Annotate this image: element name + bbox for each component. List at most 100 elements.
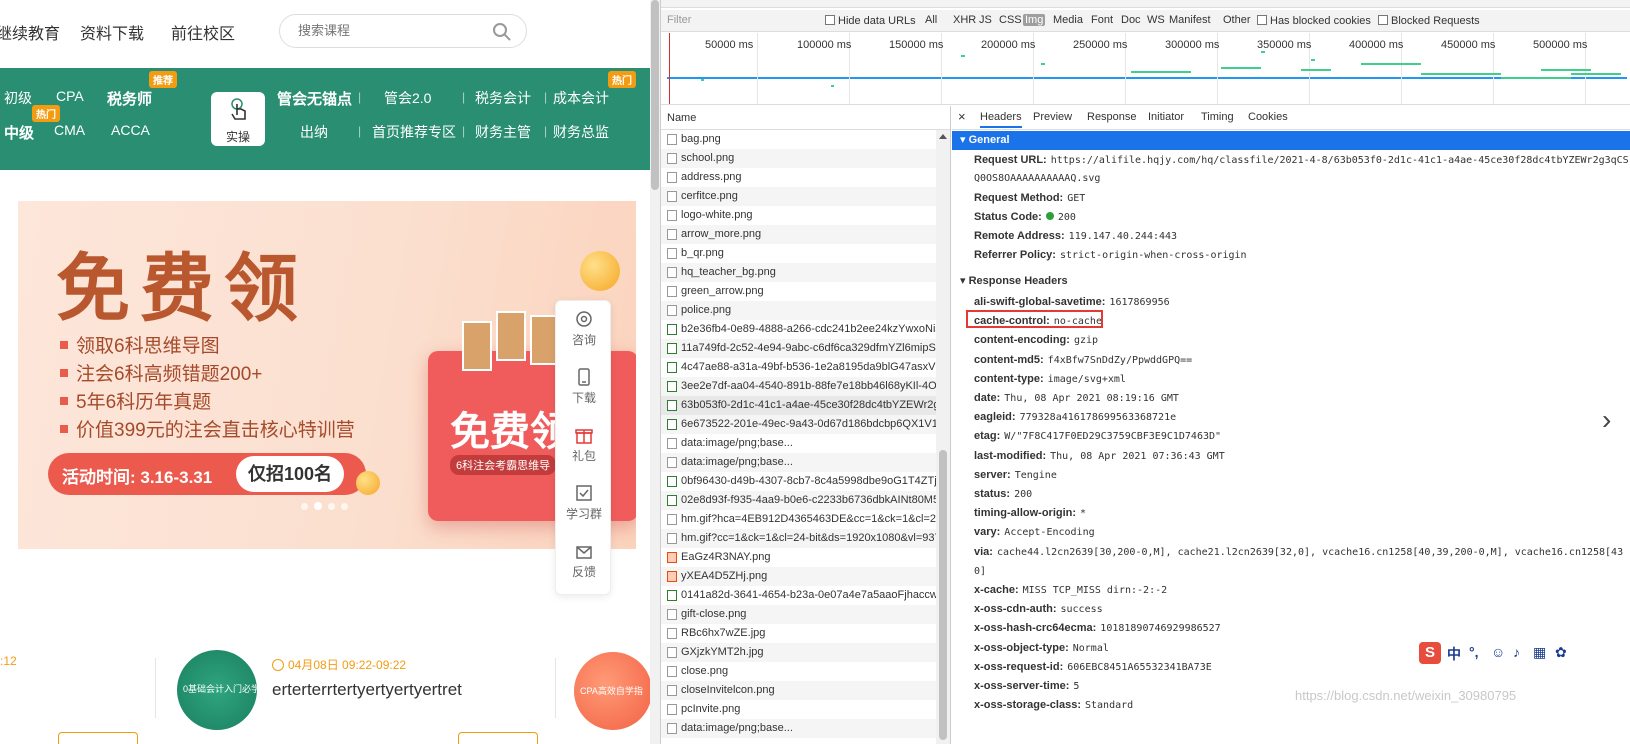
request-row[interactable]: police.png bbox=[661, 301, 937, 320]
checkbox[interactable] bbox=[825, 15, 835, 25]
tab-preview[interactable]: Preview bbox=[1033, 111, 1072, 123]
category-mgmt-accounting-2[interactable]: 管会2.0 bbox=[384, 88, 431, 108]
request-row[interactable]: address.png bbox=[661, 168, 937, 187]
scroll-up-arrow[interactable] bbox=[939, 134, 947, 139]
practice-button[interactable]: 实操 bbox=[211, 92, 265, 146]
request-row[interactable]: school.png bbox=[661, 149, 937, 168]
request-row[interactable]: pcInvite.png bbox=[661, 700, 937, 719]
page-scrollbar[interactable] bbox=[650, 0, 660, 744]
blocked-requests-toggle[interactable]: Blocked Requests bbox=[1378, 15, 1480, 27]
tab-timing[interactable]: Timing bbox=[1201, 111, 1234, 123]
name-column-header[interactable]: Name bbox=[661, 106, 950, 130]
float-download[interactable]: 下载 bbox=[556, 359, 612, 417]
course-button-partial[interactable] bbox=[458, 732, 538, 744]
search-input[interactable] bbox=[298, 23, 478, 38]
carousel-dot[interactable] bbox=[301, 503, 308, 510]
carousel-dot-active[interactable] bbox=[314, 502, 322, 510]
request-row[interactable]: 63b053f0-2d1c-41c1-a4ae-45ce30f28dc4tbYZ… bbox=[661, 396, 937, 415]
request-row[interactable]: green_arrow.png bbox=[661, 282, 937, 301]
category-tax-accounting[interactable]: 税务会计 bbox=[475, 88, 531, 108]
request-row[interactable]: arrow_more.png bbox=[661, 225, 937, 244]
request-row[interactable]: 4c47ae88-a31a-49bf-b536-1e2a8195da9blG47… bbox=[661, 358, 937, 377]
type-filter-all[interactable]: All bbox=[923, 14, 939, 26]
request-row[interactable]: data:image/png;base... bbox=[661, 453, 937, 472]
course-thumbnail[interactable]: 0基础会计入门必学 bbox=[177, 650, 257, 730]
category-home-recommend[interactable]: 首页推荐专区 bbox=[372, 122, 456, 142]
category-junior[interactable]: 初级 bbox=[4, 88, 32, 108]
response-headers-section-header[interactable]: ▾ Response Headers bbox=[960, 274, 1068, 287]
general-section-header[interactable]: ▾ General bbox=[952, 131, 1630, 150]
carousel-dot[interactable] bbox=[328, 503, 335, 510]
float-study-group[interactable]: 学习群 bbox=[556, 475, 612, 533]
float-gift[interactable]: 礼包 bbox=[556, 417, 612, 475]
search-icon[interactable] bbox=[492, 22, 512, 42]
skin-icon[interactable]: ✿ bbox=[1555, 644, 1567, 661]
scrollbar-thumb[interactable] bbox=[651, 0, 659, 190]
punctuation-icon[interactable]: °, bbox=[1469, 644, 1479, 660]
category-cpa[interactable]: CPA bbox=[56, 88, 84, 104]
hide-data-urls-toggle[interactable]: Hide data URLs bbox=[825, 15, 916, 27]
float-feedback[interactable]: 反馈 bbox=[556, 533, 612, 591]
keyboard-icon[interactable]: ▦ bbox=[1533, 644, 1546, 661]
type-filter-ws[interactable]: WS bbox=[1145, 14, 1167, 26]
nav-continuing-education[interactable]: 继续教育 bbox=[0, 20, 60, 44]
request-row[interactable]: b_qr.png bbox=[661, 244, 937, 263]
request-list-scrollbar[interactable] bbox=[936, 130, 950, 744]
type-filter-img[interactable]: Img bbox=[1023, 14, 1046, 26]
filter-input[interactable]: Filter bbox=[667, 14, 691, 26]
request-row[interactable]: cerfitce.png bbox=[661, 187, 937, 206]
request-row[interactable]: closeInvitelcon.png bbox=[661, 681, 937, 700]
network-timeline[interactable]: 50000 ms 100000 ms 150000 ms 200000 ms 25000… bbox=[661, 33, 1630, 105]
request-row[interactable]: 6e673522-201e-49ec-9a43-0d67d186bdcbp6QX… bbox=[661, 415, 937, 434]
request-row[interactable]: hq_teacher_bg.png bbox=[661, 263, 937, 282]
request-row[interactable]: 02e8d93f-f935-4aa9-b0e6-c2233b6736dbkAIN… bbox=[661, 491, 937, 510]
request-row[interactable]: bag.png bbox=[661, 130, 937, 149]
type-filter-manifest[interactable]: Manifest bbox=[1167, 14, 1213, 26]
request-row[interactable]: 3ee2e7df-aa04-4540-891b-88fe7e18bb46l68y… bbox=[661, 377, 937, 396]
request-row[interactable]: GXjzkYMT2h.jpg bbox=[661, 643, 937, 662]
sogou-s-icon[interactable]: S bbox=[1419, 642, 1441, 664]
carousel-dot[interactable] bbox=[341, 503, 348, 510]
course-button-partial[interactable] bbox=[58, 732, 138, 744]
category-tax-advisor[interactable]: 税务师 bbox=[107, 88, 152, 109]
category-cashier[interactable]: 出纳 bbox=[300, 122, 328, 142]
request-row[interactable]: yXEA4D5ZHj.png bbox=[661, 567, 937, 586]
promo-banner[interactable]: 免费领 领取6科思维导图 注会6科高频错题200+ 5年6科历年真题 价值399… bbox=[18, 201, 636, 549]
nav-campus[interactable]: 前往校区 bbox=[171, 20, 235, 44]
request-row[interactable]: close.png bbox=[661, 662, 937, 681]
microphone-icon[interactable]: ♪ bbox=[1513, 644, 1520, 660]
request-row[interactable]: b2e36fb4-0e89-4888-a266-cdc241b2ee24kzYw… bbox=[661, 320, 937, 339]
request-row[interactable]: data:image/png;base... bbox=[661, 719, 937, 738]
checkbox[interactable] bbox=[1378, 15, 1388, 25]
request-row[interactable]: RBc6hx7wZE.jpg bbox=[661, 624, 937, 643]
type-filter-font[interactable]: Font bbox=[1089, 14, 1115, 26]
checkbox[interactable] bbox=[1257, 15, 1267, 25]
tab-headers[interactable]: Headers bbox=[980, 111, 1022, 128]
category-cost-accounting[interactable]: 成本会计 bbox=[553, 88, 609, 108]
request-row[interactable]: 11a749fd-2c52-4e94-9abc-c6df6ca329dfmYZl… bbox=[661, 339, 937, 358]
emoji-icon[interactable]: ☺ bbox=[1491, 644, 1505, 660]
ime-chinese-mode[interactable]: 中 bbox=[1447, 644, 1461, 664]
category-mgmt-accounting-anchor[interactable]: 管会无锚点 bbox=[277, 88, 352, 109]
course-title[interactable]: erterterrtertyertyertyertret bbox=[272, 680, 462, 700]
nav-downloads[interactable]: 资料下载 bbox=[80, 20, 144, 44]
request-row[interactable]: gift-close.png bbox=[661, 605, 937, 624]
request-row[interactable]: 0bf96430-d49b-4307-8cb7-8c4a5998dbe9oG1T… bbox=[661, 472, 937, 491]
category-finance-supervisor[interactable]: 财务主管 bbox=[475, 122, 531, 142]
type-filter-js[interactable]: JS bbox=[977, 14, 994, 26]
request-row[interactable]: 0141a82d-3641-4654-b23a-0e07a4e7a5aaoFjh… bbox=[661, 586, 937, 605]
type-filter-xhr[interactable]: XHR bbox=[951, 14, 978, 26]
request-row[interactable]: hm.gif?hca=4EB912D4365463DE&cc=1&ck=1&cl… bbox=[661, 510, 937, 529]
close-icon[interactable]: × bbox=[958, 109, 966, 124]
tab-response[interactable]: Response bbox=[1087, 111, 1137, 123]
category-intermediate[interactable]: 中级 bbox=[4, 122, 34, 143]
course-thumbnail[interactable]: CPA高效自学指 bbox=[574, 652, 652, 730]
tab-cookies[interactable]: Cookies bbox=[1248, 111, 1288, 123]
type-filter-other[interactable]: Other bbox=[1221, 14, 1253, 26]
has-blocked-cookies-toggle[interactable]: Has blocked cookies bbox=[1257, 15, 1371, 27]
scrollbar-thumb[interactable] bbox=[939, 450, 947, 740]
request-row[interactable]: EaGz4R3NAY.png bbox=[661, 548, 937, 567]
request-row[interactable]: data:image/png;base... bbox=[661, 434, 937, 453]
request-row[interactable]: logo-white.png bbox=[661, 206, 937, 225]
tab-initiator[interactable]: Initiator bbox=[1148, 111, 1184, 123]
